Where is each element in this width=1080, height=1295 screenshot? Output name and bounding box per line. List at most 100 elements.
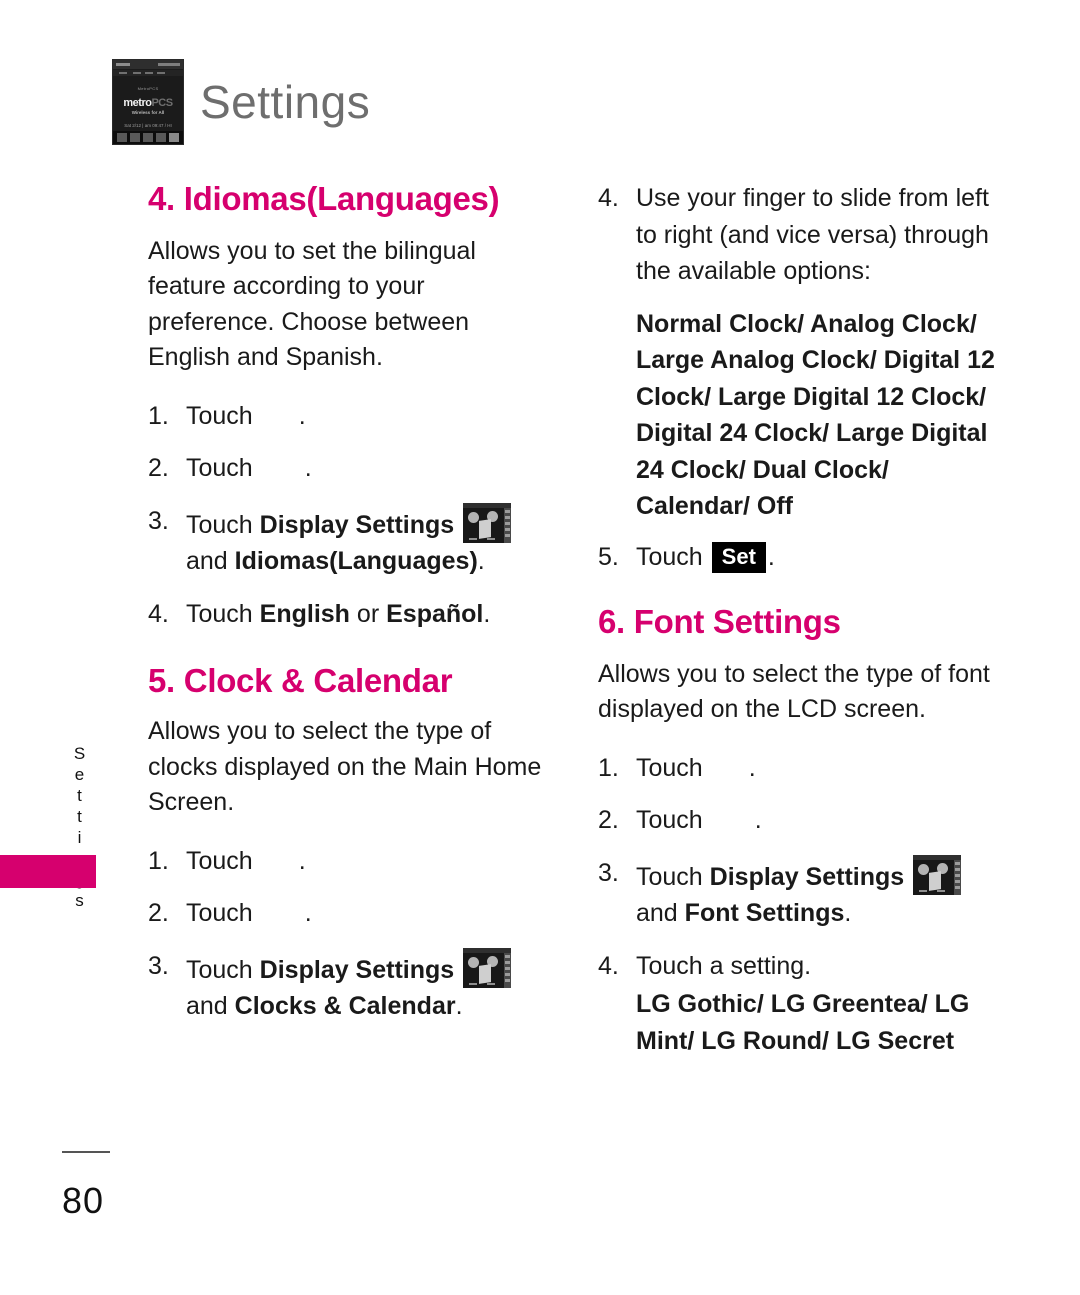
step-text: Touch <box>186 401 253 430</box>
font-options-list: LG Gothic/ LG Greentea/ LG Mint/ LG Roun… <box>636 990 970 1055</box>
thumbnail-tagline: Wireless for All <box>131 109 165 115</box>
step-number: 1. <box>148 846 169 875</box>
step-item: 2. Touch. <box>598 802 998 839</box>
display-settings-menu-icon <box>463 502 512 543</box>
step-number: 3. <box>148 506 169 535</box>
step-text-end: . <box>844 899 852 928</box>
step-text: Touch <box>636 806 703 835</box>
thumbnail-date-time: Sat 2/12 | am 09:47 / HI <box>124 122 172 128</box>
step-number: 2. <box>598 806 619 835</box>
step-item: 4. Use your finger to slide from left to… <box>598 180 998 290</box>
chapter-side-tab: Settings <box>62 744 96 917</box>
chapter-side-tab-marker <box>0 855 96 888</box>
step-bold-display-settings: Display Settings <box>259 955 455 984</box>
step-bold-espanol: Español <box>386 599 484 628</box>
step-text: Touch <box>186 599 253 628</box>
step-number: 5. <box>598 542 619 571</box>
step-bold-clocks-calendar: Clocks & Calendar <box>234 992 456 1021</box>
step-bold-english: English <box>259 599 350 628</box>
dock-messaging-icon <box>142 132 153 142</box>
step-number: 1. <box>598 753 619 782</box>
clock-options-list: Normal Clock/ Analog Clock/ Large Analog… <box>636 309 995 521</box>
metropcs-home-screen-thumbnail-icon: MetroPCS metroPCS Wireless for All Sat 2… <box>112 58 184 145</box>
step-bold-idiomas-languages: Idiomas(Languages) <box>234 547 478 576</box>
section-body-font-settings: Allows you to select the type of font di… <box>598 659 990 724</box>
step-text: Touch <box>636 862 703 891</box>
step-number: 2. <box>148 454 169 483</box>
dock-phone-icon <box>116 132 127 142</box>
page-number: 80 <box>62 1180 105 1221</box>
step-text-end: . <box>767 542 775 571</box>
step-item: 3. Touch Display Settings and Clocks & C… <box>148 947 548 1025</box>
section-heading-clock-calendar: 5. Clock & Calendar <box>148 662 453 700</box>
step-text: Touch <box>186 510 253 539</box>
step-item: 2. Touch. <box>148 450 548 487</box>
thumbnail-tiny-text: MetroPCS <box>137 85 159 91</box>
step-item: 1. Touch. <box>148 398 548 435</box>
step-text: Use your finger to slide from left to ri… <box>636 184 989 285</box>
page-title: Settings <box>200 75 371 128</box>
step-text: Touch <box>186 846 253 875</box>
step-text: Touch <box>186 899 253 928</box>
thumbnail-sub-bar <box>113 69 183 76</box>
step-text-mid: and <box>636 899 678 928</box>
section-body-clock-calendar: Allows you to select the type of clocks … <box>148 717 542 817</box>
step-bold-display-settings: Display Settings <box>259 510 455 539</box>
steps-list-clock-calendar-set: 5. Touch Set. <box>598 539 998 576</box>
set-button[interactable]: Set <box>711 541 766 573</box>
right-column: 4. Use your finger to slide from left to… <box>598 180 998 1075</box>
steps-list-clock-calendar-continued: 4. Use your finger to slide from left to… <box>598 180 998 290</box>
step-number: 2. <box>148 899 169 928</box>
thumbnail-metropcs-logo: metroPCS <box>113 97 183 109</box>
step-text-end: . <box>298 846 306 875</box>
section-heading-font-settings: 6. Font Settings <box>598 603 841 640</box>
step-text: Touch a setting. <box>636 951 812 980</box>
left-column: 4. Idiomas(Languages) Allows you to set … <box>148 180 548 1041</box>
steps-list-idiomas-languages: 1. Touch. 2. Touch. 3. Touch Display Set… <box>148 398 548 633</box>
step-number: 3. <box>148 951 169 980</box>
step-text-end: . <box>304 899 312 928</box>
step-item: 2. Touch. <box>148 895 548 932</box>
logo-suffix-text: PCS <box>151 96 173 109</box>
dock-browser-icon <box>156 132 167 142</box>
page-header: MetroPCS metroPCS Wireless for All Sat 2… <box>112 48 370 156</box>
section-heading-idiomas-languages: 4. Idiomas(Languages) <box>148 180 500 217</box>
step-text-mid: or <box>356 599 380 628</box>
display-settings-menu-icon <box>463 947 512 988</box>
step-bold-display-settings: Display Settings <box>709 862 905 891</box>
step-number: 3. <box>598 858 619 887</box>
step-text: Touch <box>636 542 703 571</box>
steps-list-clock-calendar: 1. Touch. 2. Touch. 3. Touch Display Set… <box>148 843 548 1025</box>
step-text-end: . <box>754 806 762 835</box>
footer-divider <box>62 1151 110 1153</box>
section-body-idiomas-languages: Allows you to set the bilingual feature … <box>148 236 476 372</box>
steps-list-font-settings: 1. Touch. 2. Touch. 3. Touch Display Set… <box>598 750 998 1060</box>
step-text-end: . <box>483 599 491 628</box>
step-text-end: . <box>304 454 312 483</box>
display-settings-menu-icon <box>913 854 962 895</box>
step-text-end: . <box>477 547 485 576</box>
step-item: 5. Touch Set. <box>598 539 998 576</box>
step-text: Touch <box>186 454 253 483</box>
step-text-mid: and <box>186 992 228 1021</box>
step-number: 4. <box>598 184 619 212</box>
thumbnail-dock <box>113 130 183 144</box>
dock-contacts-icon <box>129 132 140 142</box>
step-item: 3. Touch Display Settings and Font Setti… <box>598 854 998 932</box>
logo-main-text: metro <box>123 96 152 109</box>
step-item: 3. Touch Display Settings and Idiomas(La… <box>148 502 548 580</box>
step-text: Touch <box>636 753 703 782</box>
step-text-end: . <box>298 401 306 430</box>
step-text-end: . <box>455 992 463 1021</box>
step-item: 1. Touch. <box>598 750 998 787</box>
dock-menu-icon <box>169 132 180 142</box>
step-text: Touch <box>186 955 253 984</box>
step-text-end: . <box>748 753 756 782</box>
step-text-mid: and <box>186 547 228 576</box>
step-item: 1. Touch. <box>148 843 548 880</box>
step-bold-font-settings: Font Settings <box>684 899 845 928</box>
thumbnail-status-bar <box>113 59 183 69</box>
step-number: 4. <box>148 599 169 628</box>
step-number: 4. <box>598 951 619 980</box>
step-item: 4. Touch English or Español. <box>148 596 548 633</box>
